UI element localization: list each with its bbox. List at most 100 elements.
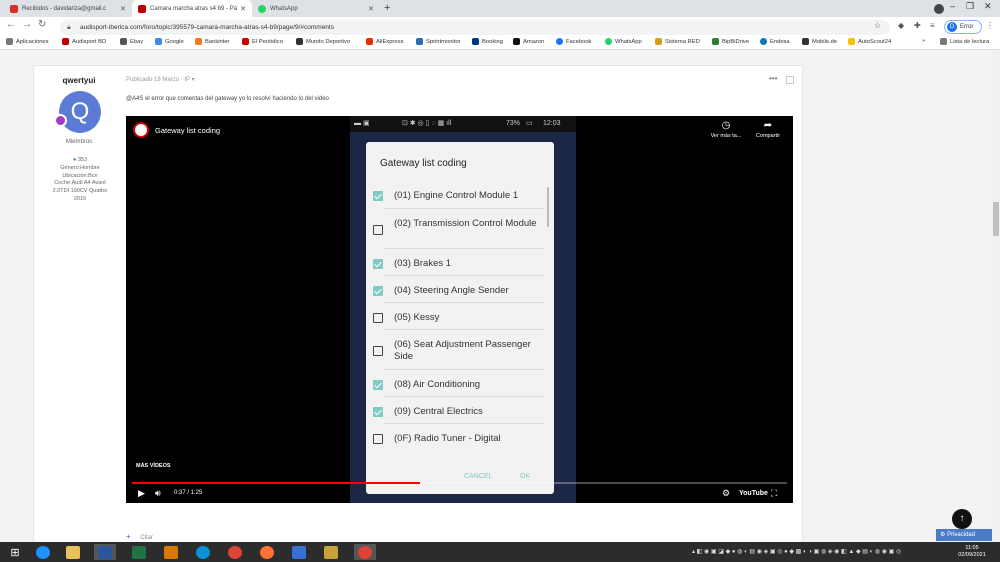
video-progress-bar[interactable] (132, 482, 787, 484)
close-icon[interactable]: ✕ (368, 5, 374, 13)
channel-logo-icon[interactable] (133, 122, 149, 138)
taskbar-app[interactable] (354, 544, 376, 560)
tab-whatsapp[interactable]: WhatsApp ✕ (252, 0, 380, 17)
extension-icon[interactable]: ◆ (898, 21, 904, 30)
maximize-button[interactable]: ❐ (966, 1, 974, 12)
privacy-button[interactable]: ⚙ Privacidad (936, 529, 992, 541)
bookmark-item[interactable]: Google (155, 38, 184, 45)
tab-label: Camara marcha atras s4 b9 - Pá (150, 5, 238, 12)
bookmark-label: Amazon (523, 38, 545, 45)
play-icon[interactable]: ▶ (138, 488, 145, 499)
tab-audisport[interactable]: Camara marcha atras s4 b9 - Pá ✕ (132, 0, 252, 17)
bookmark-item[interactable]: AliExpress (366, 38, 403, 45)
share-button[interactable]: ➦ Compartir (743, 120, 793, 139)
close-window-button[interactable]: ✕ (984, 1, 992, 12)
taskbar-app[interactable] (128, 544, 150, 560)
video-player[interactable]: ▬ ▣ ⊡ ✱ ◎ ▯ ◌ ▦ ıll 73% ▭ 12:03 Gateway … (126, 116, 793, 503)
bookmark-item[interactable]: BipBiDrive (712, 38, 749, 45)
bookmark-apps[interactable]: Aplicaciones (6, 38, 49, 45)
checkbox-checked[interactable] (373, 191, 383, 201)
minimize-button[interactable]: – (950, 1, 955, 11)
checkbox-unchecked[interactable] (373, 313, 383, 323)
reading-list-button[interactable]: Lista de lectura (940, 38, 989, 45)
checkbox-checked[interactable] (373, 380, 383, 390)
taskbar-app[interactable] (192, 544, 214, 560)
comment-icon: ● (72, 157, 77, 163)
quote-label: Citar (140, 535, 154, 541)
bookmark-icon (296, 38, 303, 45)
cancel-button[interactable]: CANCEL (464, 473, 492, 480)
close-icon[interactable]: ✕ (240, 5, 246, 13)
volume-icon[interactable]: 🔊︎ (155, 488, 161, 499)
back-icon[interactable]: ← (6, 19, 16, 30)
taskbar-app[interactable] (224, 544, 246, 560)
taskbar-app[interactable] (94, 544, 116, 560)
bookmark-label: Ebay (130, 38, 144, 45)
scroll-top-button[interactable]: ↑ (952, 509, 972, 529)
bookmark-item[interactable]: Sistema RED (655, 38, 700, 45)
system-clock[interactable]: 11:05 02/09/2021 (952, 545, 992, 559)
bookmark-item[interactable]: Endesa (760, 38, 790, 45)
post-meta[interactable]: Publicado 18 Marzo · IP ▾ (126, 76, 195, 83)
bookmark-item[interactable]: Sprintmonitor (416, 38, 460, 45)
taskbar-app[interactable] (288, 544, 310, 560)
tab-gmail[interactable]: Recibidos - davidariza@gmail.c ✕ (4, 0, 132, 17)
fullscreen-icon[interactable]: ⛶ (771, 488, 777, 499)
taskbar-app[interactable] (32, 544, 54, 560)
star-icon[interactable]: ☆ (874, 21, 881, 30)
checkbox-unchecked[interactable] (373, 225, 383, 235)
taskbar-app[interactable] (160, 544, 182, 560)
author-name[interactable]: qwertyui (34, 76, 124, 85)
taskbar-app[interactable] (256, 544, 278, 560)
youtube-logo[interactable]: YouTube (739, 490, 768, 497)
forum-post: qwertyui Q Miembros ● 353 Género:Hombre … (33, 65, 803, 542)
tray-icons[interactable]: ▴ ◧ ◉ ▣ ◪ ◆ ● ◍ ◐ ▤ ◉ ◈ ▣ ◎ ● ◆ ▩ ◐ ◑ ▣ … (692, 548, 901, 555)
new-tab-button[interactable]: + (384, 2, 390, 14)
folder-icon (66, 545, 80, 559)
taskbar-app[interactable] (62, 544, 84, 560)
bookmark-icon (605, 38, 612, 45)
menu-icon[interactable]: ⋮ (986, 21, 994, 30)
scrollbar-thumb[interactable] (993, 202, 999, 236)
forward-icon[interactable]: → (22, 19, 32, 30)
tab-label: WhatsApp (270, 5, 298, 12)
bookmark-label: Booking (482, 38, 503, 45)
bookmark-item[interactable]: WhatsApp (605, 38, 642, 45)
bookmark-item[interactable]: Bankinter (195, 38, 230, 45)
taskbar-app[interactable] (320, 544, 342, 560)
checkbox-unchecked[interactable] (373, 434, 383, 444)
video-title[interactable]: Gateway list coding (155, 126, 220, 135)
page-scrollbar[interactable] (992, 50, 1000, 542)
bookmark-item[interactable]: AutoScout24 (848, 38, 891, 45)
bookmark-icon (120, 38, 127, 45)
bookmark-item[interactable]: Mundo Deportivo (296, 38, 350, 45)
clock-time: 11:05 (965, 545, 979, 551)
checkbox-checked[interactable] (373, 259, 383, 269)
more-videos-label[interactable]: MÁS VÍDEOS (136, 463, 171, 469)
progress-fill (132, 482, 421, 484)
bookmark-item[interactable]: Facebook (556, 38, 591, 45)
select-checkbox[interactable] (786, 76, 794, 84)
close-icon[interactable]: ✕ (120, 5, 126, 13)
start-button[interactable]: ⊞ (4, 544, 26, 560)
settings-icon[interactable]: ⚙ (722, 488, 730, 499)
post-menu-button[interactable]: ••• (769, 74, 777, 83)
bookmark-item[interactable]: Audisport BD (62, 38, 106, 45)
checkbox-checked[interactable] (373, 407, 383, 417)
bookmark-item[interactable]: Amazon (513, 38, 544, 45)
bookmark-item[interactable]: El Periódico (242, 38, 283, 45)
quote-action[interactable]: + Citar (126, 532, 153, 541)
list-icon[interactable]: ≡ (930, 21, 935, 30)
bookmark-item[interactable]: Mobile.de (802, 38, 837, 45)
bookmark-item[interactable]: Booking (472, 38, 503, 45)
profile-button[interactable]: D Error (944, 20, 982, 34)
more-bookmarks-button[interactable]: » (922, 38, 925, 44)
ok-button[interactable]: OK (520, 473, 530, 480)
address-bar[interactable]: 🔒︎ audisport-iberica.com/foro/topic/3955… (60, 20, 890, 35)
checkbox-unchecked[interactable] (373, 346, 383, 356)
reload-icon[interactable]: ↻ (38, 19, 46, 30)
checkbox-checked[interactable] (373, 286, 383, 296)
puzzle-icon[interactable]: ✚ (914, 21, 921, 30)
bookmark-item[interactable]: Ebay (120, 38, 143, 45)
avatar[interactable]: Q (59, 91, 101, 133)
